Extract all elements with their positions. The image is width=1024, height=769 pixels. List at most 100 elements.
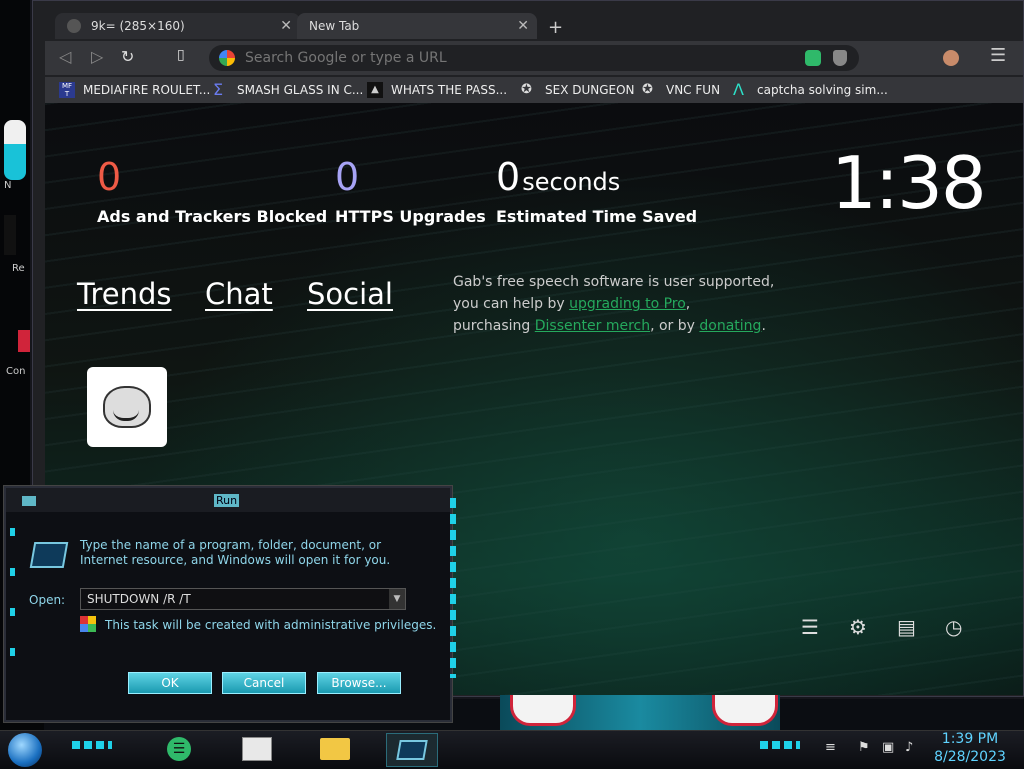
folder-icon	[320, 738, 350, 760]
taskbar-decoration	[760, 741, 800, 749]
ok-button[interactable]: OK	[128, 672, 212, 694]
bookmark-label: WHATS THE PASS...	[391, 83, 508, 97]
tray-time: 1:39 PM	[941, 731, 999, 747]
run-titlebar[interactable]: Run	[6, 488, 450, 512]
show-desktop-icon[interactable]: ≡	[825, 740, 836, 755]
reload-icon[interactable]: ↻	[121, 47, 134, 66]
desktop-wallpaper-art	[500, 695, 780, 730]
document-icon	[242, 737, 272, 761]
run-program-icon	[396, 740, 428, 760]
customize-sliders-icon[interactable]: ☰	[801, 615, 819, 639]
tab-image[interactable]: 9k= (285×160) ✕	[55, 13, 300, 39]
omnibox[interactable]	[209, 45, 859, 71]
history-clock-icon[interactable]: ◷	[945, 615, 962, 639]
stat-number: 0	[335, 155, 360, 199]
gab-support-message: Gab's free speech software is user suppo…	[453, 271, 783, 337]
stat-https-upgrades: 0 HTTPS Upgrades	[335, 155, 486, 226]
google-logo-icon	[219, 50, 235, 66]
back-arrow-icon[interactable]: ◁	[59, 47, 71, 66]
bookmarks-bar: MF T MEDIAFIRE ROULET... Σ SMASH GLASS I…	[45, 77, 1023, 103]
bookmark-item[interactable]: ✪ VNC FUN	[642, 82, 720, 98]
forward-arrow-icon[interactable]: ▷	[91, 47, 103, 66]
taskbar-app-explorer[interactable]	[310, 733, 360, 765]
lambda-icon: Λ	[733, 80, 744, 99]
stat-number: 0	[496, 155, 521, 199]
volume-icon[interactable]: ♪	[905, 740, 913, 755]
run-description: Type the name of a program, folder, docu…	[80, 538, 391, 567]
bookmark-item[interactable]: Σ SMASH GLASS IN C...	[213, 82, 363, 98]
new-tab-button[interactable]: +	[548, 17, 563, 38]
start-orb-button[interactable]	[8, 733, 42, 767]
tray-clock[interactable]: 1:39 PM 8/28/2023	[920, 730, 1020, 766]
tab-close-icon[interactable]: ✕	[517, 18, 529, 34]
tab-new-tab[interactable]: New Tab ✕	[297, 13, 537, 39]
stat-unit: seconds	[522, 168, 621, 196]
badge-icon: ✪	[642, 82, 653, 97]
profile-avatar[interactable]	[943, 50, 959, 66]
desktop-shortcut-label: Con	[6, 366, 26, 377]
taskbar-app-run[interactable]	[386, 733, 438, 767]
open-input-value[interactable]: SHUTDOWN /R /T	[87, 592, 191, 606]
open-label: Open:	[29, 593, 66, 607]
taskbar-app-chat[interactable]: ☰	[154, 733, 204, 765]
link-chat[interactable]: Chat	[205, 277, 273, 311]
top-site-tile[interactable]	[87, 367, 167, 447]
bookmark-icon[interactable]: ▯	[177, 47, 185, 63]
stat-time-saved: 0seconds Estimated Time Saved	[496, 155, 697, 226]
extension-shield-icon[interactable]	[833, 50, 847, 66]
bookmark-item[interactable]: ▲ WHATS THE PASS...	[367, 82, 507, 98]
link-trends[interactable]: Trends	[77, 277, 171, 311]
bookmark-item[interactable]: ✪ SEX DUNGEON	[521, 82, 635, 98]
taskbar-decoration	[72, 741, 112, 749]
recycle-bin-icon	[4, 215, 16, 255]
browse-button[interactable]: Browse...	[317, 672, 401, 694]
person-icon	[4, 120, 26, 180]
taskbar-app-document[interactable]	[232, 733, 282, 765]
frame-decoration	[10, 528, 15, 688]
open-combobox[interactable]: SHUTDOWN /R /T ▼	[80, 588, 406, 610]
page-favicon-icon	[67, 19, 81, 33]
bookmark-item[interactable]: Λ captcha solving sim...	[733, 82, 888, 98]
tray-date: 8/28/2023	[934, 749, 1006, 765]
dissenter-merch-link[interactable]: Dissenter merch	[535, 318, 650, 334]
gab-line: you can help by upgrading to Pro,	[453, 293, 783, 315]
bookmarks-book-icon[interactable]: ▤	[897, 615, 916, 639]
sneaker-art	[510, 695, 576, 726]
gab-line: purchasing Dissenter merch, or by donati…	[453, 315, 783, 337]
run-program-icon	[29, 542, 69, 568]
desktop-shortcut[interactable]: Re	[4, 215, 34, 274]
flag-icon[interactable]: ⚑	[858, 740, 870, 755]
browser-toolbar: ◁ ▷ ↻ ▯ ☰	[45, 41, 1023, 75]
donating-link[interactable]: donating	[699, 318, 761, 334]
omnibox-input[interactable]	[243, 49, 767, 67]
stat-label: Estimated Time Saved	[496, 207, 698, 226]
settings-gear-icon[interactable]: ⚙	[849, 615, 867, 639]
chevron-down-icon[interactable]: ▼	[389, 589, 405, 609]
frame-decoration	[450, 498, 456, 678]
bookmark-label: SMASH GLASS IN C...	[237, 83, 364, 97]
upgrade-pro-link[interactable]: upgrading to Pro	[569, 296, 686, 312]
gab-line: Gab's free speech software is user suppo…	[453, 274, 775, 290]
desktop-shortcut-label: Re	[12, 263, 25, 274]
taskbar: ☰ ≡ ⚑ ▣ ♪ 1:39 PM 8/28/2023	[0, 730, 1024, 769]
admin-note: This task will be created with administr…	[105, 618, 437, 632]
trollface-icon	[103, 386, 151, 428]
tab-title: 9k= (285×160)	[91, 19, 185, 33]
browser-menu-icon[interactable]: ☰	[990, 45, 1006, 66]
bookmark-item[interactable]: MF T MEDIAFIRE ROULET...	[59, 82, 210, 98]
link-social[interactable]: Social	[307, 277, 393, 311]
network-icon[interactable]: ▣	[882, 740, 894, 755]
chat-app-icon: ☰	[167, 737, 191, 761]
cancel-button[interactable]: Cancel	[222, 672, 306, 694]
gab-text: purchasing	[453, 318, 535, 334]
desktop-shortcut[interactable]: N	[4, 120, 34, 191]
badge-icon: ✪	[521, 82, 532, 97]
sneaker-art	[712, 695, 778, 726]
tab-title: New Tab	[309, 19, 360, 33]
clock: 1:38	[831, 141, 987, 225]
tab-close-icon[interactable]: ✕	[280, 18, 292, 34]
extension-chat-icon[interactable]	[805, 50, 821, 66]
run-dialog: Run Type the name of a program, folder, …	[4, 486, 456, 722]
desktop-shortcut[interactable]: Con	[4, 330, 34, 377]
run-title-icon	[22, 496, 36, 506]
